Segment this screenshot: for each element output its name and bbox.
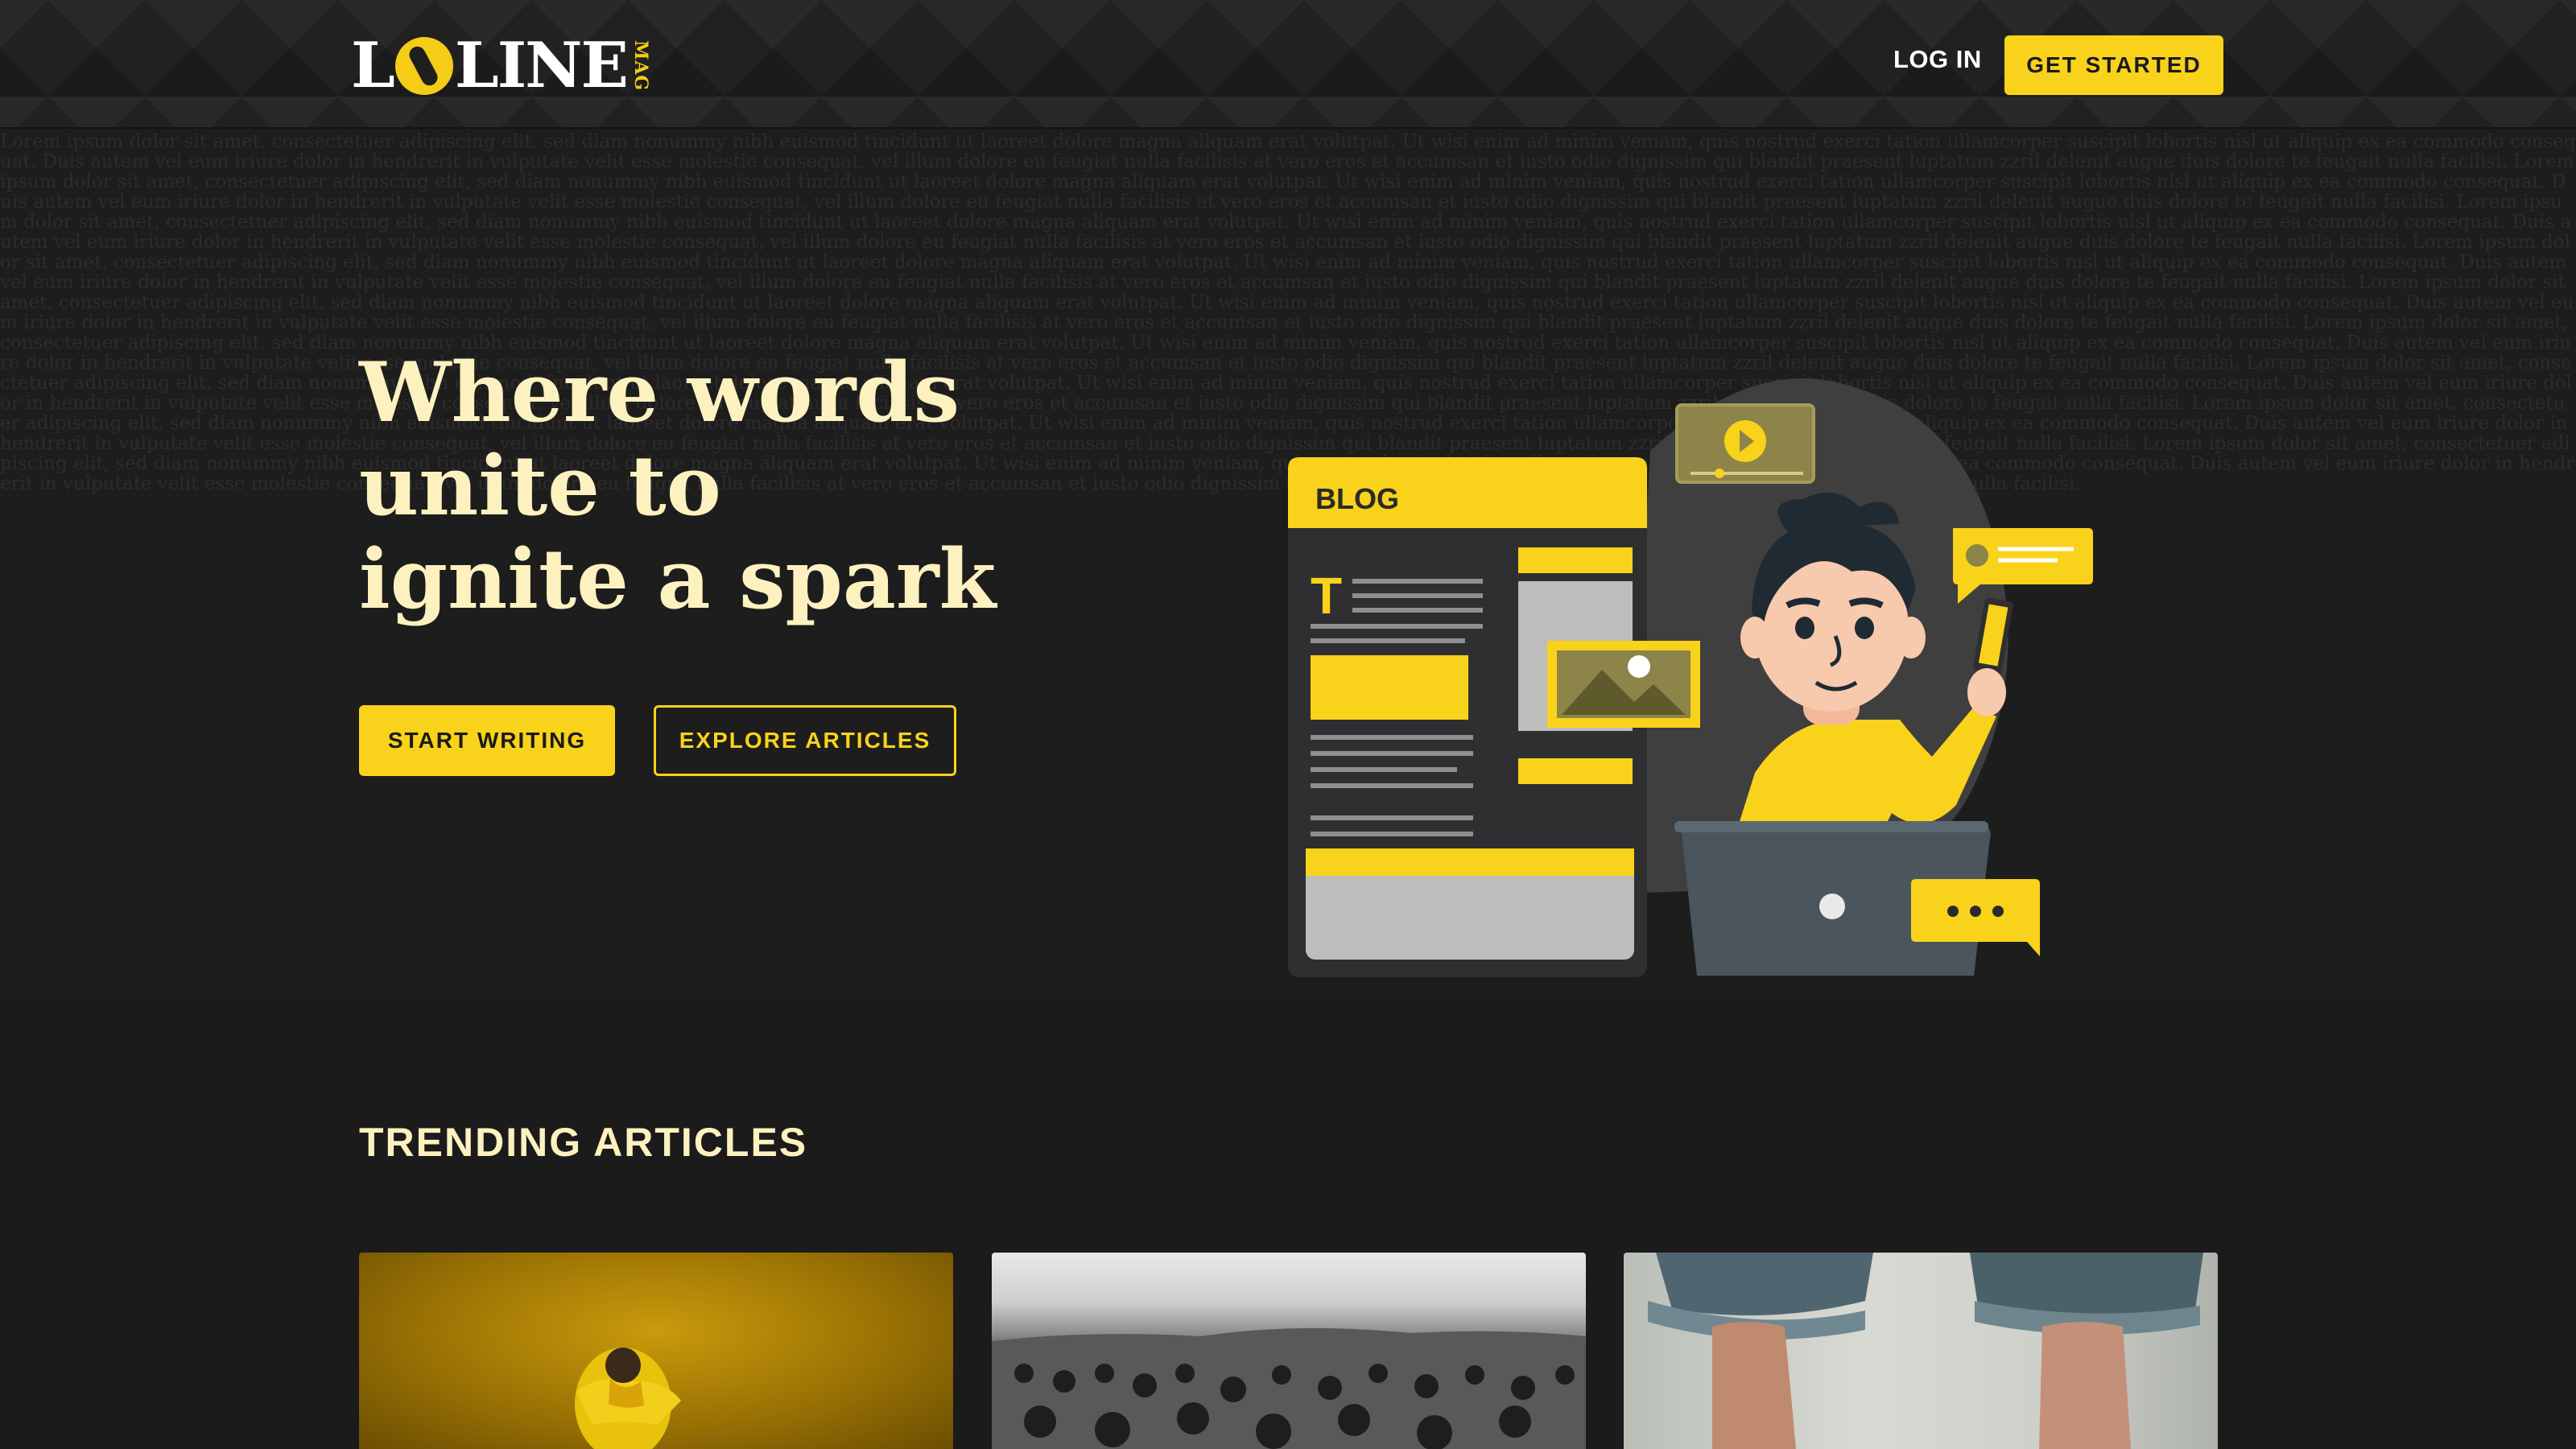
video-card	[1675, 403, 1815, 484]
start-writing-button[interactable]: START WRITING	[359, 705, 615, 776]
article-card-1[interactable]	[359, 1253, 953, 1449]
article-card-3[interactable]	[1624, 1253, 2218, 1449]
site-logo[interactable]: L LINE MAG	[351, 34, 651, 98]
login-link[interactable]: LOG IN	[1893, 45, 1982, 74]
article-image-3	[1648, 1253, 2203, 1449]
blogger-illustration: BLOG T	[1288, 378, 2093, 977]
hero-section: Lorem ipsum dolor sit amet, consectetuer…	[0, 129, 2576, 1000]
logo-o-icon	[394, 37, 453, 95]
trending-title: TRENDING ARTICLES	[359, 1120, 808, 1165]
hero-headline: Where words unite to ignite a spark	[359, 345, 997, 628]
logo-wordmark: LINE	[454, 29, 629, 102]
blog-label: BLOG	[1315, 482, 1399, 515]
article-image-1	[575, 1348, 681, 1449]
site-header: L LINE MAG LOG IN GET STARTED	[0, 0, 2576, 129]
article-card-2[interactable]	[992, 1253, 1586, 1449]
logo-mag-label: MAG	[630, 40, 651, 92]
image-card-icon	[1547, 641, 1700, 728]
article-image-2	[992, 1327, 1586, 1449]
heading-glyph: T	[1311, 567, 1342, 625]
logo-letter-l: L	[351, 29, 395, 102]
get-started-button[interactable]: GET STARTED	[2004, 35, 2223, 95]
explore-articles-button[interactable]: EXPLORE ARTICLES	[654, 705, 956, 776]
